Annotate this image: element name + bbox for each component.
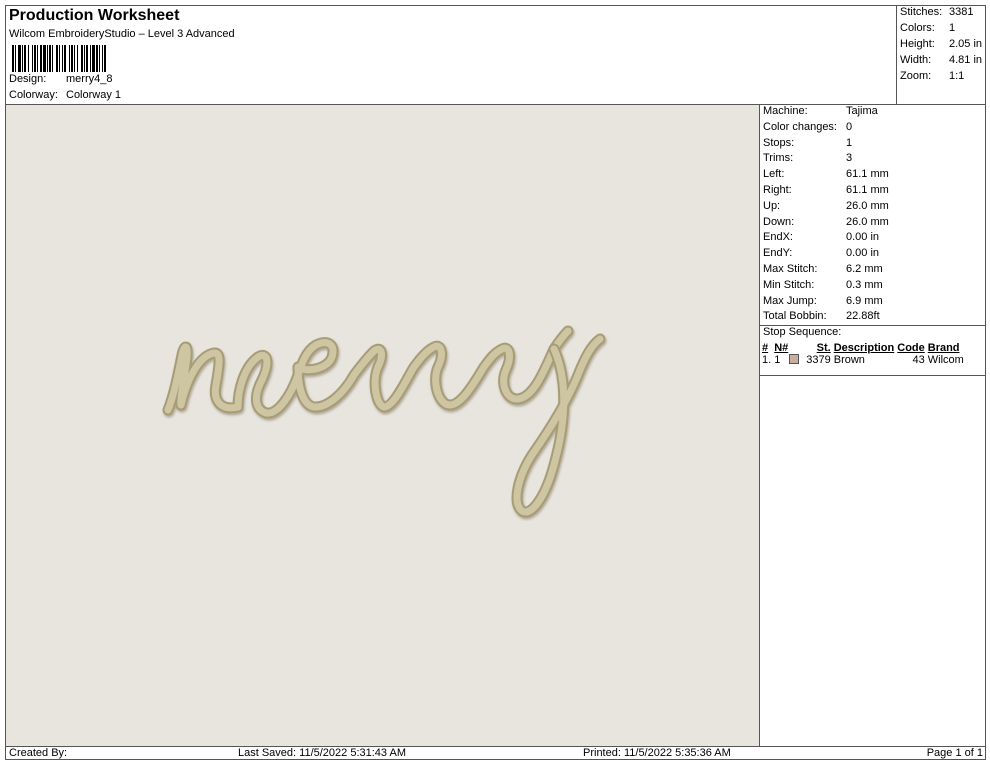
stop-code: 43 (912, 354, 925, 366)
summary-label: Height: (900, 38, 935, 50)
col-num: # (762, 342, 769, 354)
summary-value: 4.81 in (949, 54, 983, 66)
colorway-row: Colorway: Colorway 1 (9, 89, 121, 101)
design-row: Design: merry4_8 (9, 73, 112, 85)
summary-stitches: Stitches: 3381 (900, 6, 973, 18)
detail-value: Tajima (846, 105, 878, 117)
summary-value: 1:1 (949, 70, 965, 82)
detail-row: Max Stitch: 6.2 mm (763, 263, 883, 275)
table-header-row: # N# St. Description Code Brand (762, 342, 967, 354)
detail-value: 0.00 in (846, 231, 880, 244)
col-n: N# (774, 342, 789, 354)
detail-value: 26.0 mm (846, 215, 889, 228)
stop-sequence-title: Stop Sequence: (763, 326, 842, 338)
stop-brand: Wilcom (927, 354, 964, 366)
detail-label: Stops: (763, 136, 795, 149)
barcode-image (12, 45, 151, 72)
detail-row: EndY: 0.00 in (763, 247, 879, 259)
detail-value: 0 (846, 120, 853, 133)
worksheet-header: Production Worksheet Wilcom EmbroiderySt… (6, 6, 897, 105)
detail-row: Color changes: 0 (763, 121, 852, 133)
worksheet-frame: Production Worksheet Wilcom EmbroiderySt… (5, 5, 986, 760)
detail-row: Right: 61.1 mm (763, 184, 889, 196)
summary-label: Width: (900, 54, 932, 66)
detail-label: Right: (763, 184, 792, 196)
detail-label: Up: (763, 199, 781, 212)
summary-colors: Colors: 1 (900, 22, 955, 34)
stop-needle: 1 (774, 354, 806, 366)
summary-label: Zoom: (900, 70, 932, 82)
detail-label: Total Bobbin: (763, 310, 827, 323)
design-preview (6, 105, 760, 746)
detail-label: Left: (763, 168, 785, 181)
detail-label: EndY: (763, 247, 793, 260)
design-value: merry4_8 (66, 73, 113, 85)
col-brand: Brand (927, 342, 960, 354)
detail-row: Left: 61.1 mm (763, 168, 889, 180)
detail-row: Up: 26.0 mm (763, 200, 889, 212)
detail-value: 26.0 mm (846, 199, 889, 212)
needle-number: 1 (774, 354, 781, 366)
summary-value: 3381 (949, 6, 974, 18)
detail-label: Machine: (763, 105, 808, 117)
detail-row: Trims: 3 (763, 152, 852, 164)
detail-row: Max Jump: 6.9 mm (763, 295, 883, 307)
detail-label: Down: (763, 215, 795, 228)
detail-value: 3 (846, 152, 853, 165)
last-saved: Last Saved: 11/5/2022 5:31:43 AM (238, 747, 406, 759)
detail-value: 1 (846, 136, 853, 149)
merry-embroidery-artwork (162, 325, 606, 518)
summary-panel: Stitches: 3381 Colors: 1 Height: 2.05 in Wi… (897, 6, 986, 105)
stop-description: Brown (833, 354, 865, 366)
detail-label: EndX: (763, 231, 793, 244)
detail-row: EndX: 0.00 in (763, 231, 879, 243)
summary-label: Colors: (900, 22, 935, 34)
detail-value: 61.1 mm (846, 168, 889, 181)
colorway-label: Colorway: (9, 89, 58, 101)
design-details-panel: Machine: Tajima Color changes: 0 Stops: 1 Trim… (760, 105, 986, 746)
page-title: Production Worksheet (9, 7, 180, 24)
detail-row: Down: 26.0 mm (763, 216, 889, 228)
summary-height: Height: 2.05 in (900, 38, 982, 50)
detail-value: 6.2 mm (846, 263, 883, 275)
worksheet-footer: Created By: Last Saved: 11/5/2022 5:31:4… (6, 746, 986, 760)
col-description: Description (833, 342, 895, 354)
detail-label: Trims: (763, 152, 794, 165)
col-st: St. (816, 342, 831, 354)
detail-row: Stops: 1 (763, 137, 852, 149)
detail-value: 61.1 mm (846, 184, 889, 196)
summary-width: Width: 4.81 in (900, 54, 982, 66)
summary-value: 2.05 in (949, 38, 983, 50)
detail-row: Machine: Tajima (763, 105, 878, 117)
detail-value: 0.3 mm (846, 278, 883, 291)
design-label: Design: (9, 73, 47, 85)
detail-row: Min Stitch: 0.3 mm (763, 279, 883, 291)
detail-label: Min Stitch: (763, 278, 815, 291)
stop-sequence-table: # N# St. Description Code Brand 1. 1 337… (762, 342, 967, 366)
software-name: Wilcom EmbroideryStudio – Level 3 Advanc… (9, 28, 235, 40)
col-code: Code (897, 342, 925, 354)
created-by: Created By: (9, 747, 68, 759)
detail-value: 6.9 mm (846, 294, 883, 307)
detail-label: Max Jump: (763, 294, 817, 307)
detail-label: Max Stitch: (763, 263, 818, 275)
stop-st: 3379 (806, 354, 831, 366)
detail-value: 0.00 in (846, 247, 880, 260)
printed-date: Printed: 11/5/2022 5:35:36 AM (583, 747, 731, 759)
detail-row: Total Bobbin: 22.88ft (763, 310, 880, 322)
detail-label: Color changes: (763, 120, 837, 133)
thread-color-swatch (789, 354, 800, 364)
stop-num: 1. (762, 354, 772, 366)
divider (760, 375, 986, 376)
summary-zoom: Zoom: 1:1 (900, 70, 964, 82)
page-number: Page 1 of 1 (926, 747, 983, 759)
table-row: 1. 1 3379 Brown 43 Wilcom (762, 354, 967, 366)
detail-value: 22.88ft (846, 310, 880, 323)
summary-label: Stitches: (900, 6, 943, 18)
colorway-value: Colorway 1 (66, 89, 122, 101)
summary-value: 1 (949, 22, 956, 34)
